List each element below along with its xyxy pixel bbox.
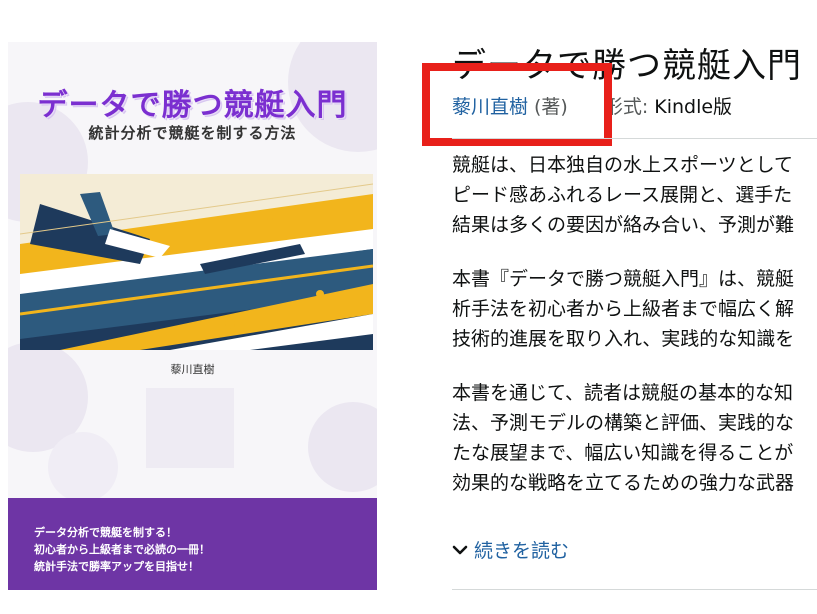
- description-line: 本書を通じて、読者は競艇の基本的な知: [452, 382, 794, 404]
- cover-banner-line: データ分析で競艇を制する！: [34, 526, 177, 539]
- cover-author: 藜川直樹: [170, 363, 215, 376]
- chevron-down-icon: [452, 545, 468, 554]
- read-more-label: 続きを読む: [474, 540, 570, 562]
- cover-bg-square: [146, 388, 234, 468]
- cover-bg-circle: [308, 402, 377, 492]
- description-paragraph: 競艇は、日本独自の水上スポーツとして ピード感あふれるレース展開と、選手た 結果…: [452, 150, 817, 240]
- description-line: 技術的進展を取り入れ、実践的な知識を: [452, 328, 795, 350]
- format-value: Kindle版: [654, 96, 733, 118]
- cover-title: データで勝つ競艇入門: [37, 88, 348, 123]
- description-line: 本書『データで勝つ競艇入門』は、競艇: [452, 268, 795, 290]
- divider: [452, 138, 817, 139]
- cover-banner-line: 統計手法で勝率アップを目指せ！: [34, 560, 199, 573]
- description-line: 法、予測モデルの構築と評価、実践的な: [452, 412, 795, 434]
- book-cover[interactable]: データで勝つ競艇入門 統計分析で競艇を制する方法 藜川直樹 データ分析で競艇を制…: [8, 42, 377, 590]
- cover-banner: データ分析で競艇を制する！ 初心者から上級者まで必読の一冊！ 統計手法で勝率アッ…: [8, 498, 377, 590]
- divider: [452, 589, 817, 590]
- description-line: 結果は多くの要因が絡み合い、予測が難: [452, 214, 795, 236]
- highlight-annotation-box: [422, 63, 612, 146]
- description-paragraph: 本書を通じて、読者は競艇の基本的な知 法、予測モデルの構築と評価、実践的な たな…: [452, 378, 817, 498]
- description-line: 競艇は、日本独自の水上スポーツとして: [452, 154, 794, 176]
- description-line: ピード感あふれるレース展開と、選手た: [452, 184, 793, 206]
- read-more-link[interactable]: 続きを読む: [452, 536, 569, 563]
- boat-race-illustration: [20, 174, 373, 350]
- description-line: 効果的な戦略を立てるための強力な武器: [452, 472, 795, 494]
- description-line: 析手法を初心者から上級者まで幅広く解: [452, 298, 795, 320]
- description-line: たな展望まで、幅広い知識を得ることが: [452, 442, 794, 464]
- cover-subtitle: 統計分析で競艇を制する方法: [88, 124, 297, 142]
- cover-bg-circle: [48, 432, 118, 502]
- book-description: 競艇は、日本独自の水上スポーツとして ピード感あふれるレース展開と、選手た 結果…: [452, 150, 817, 522]
- description-paragraph: 本書『データで勝つ競艇入門』は、競艇 析手法を初心者から上級者まで幅広く解 技術…: [452, 264, 817, 354]
- cover-banner-line: 初心者から上級者まで必読の一冊！: [34, 543, 210, 556]
